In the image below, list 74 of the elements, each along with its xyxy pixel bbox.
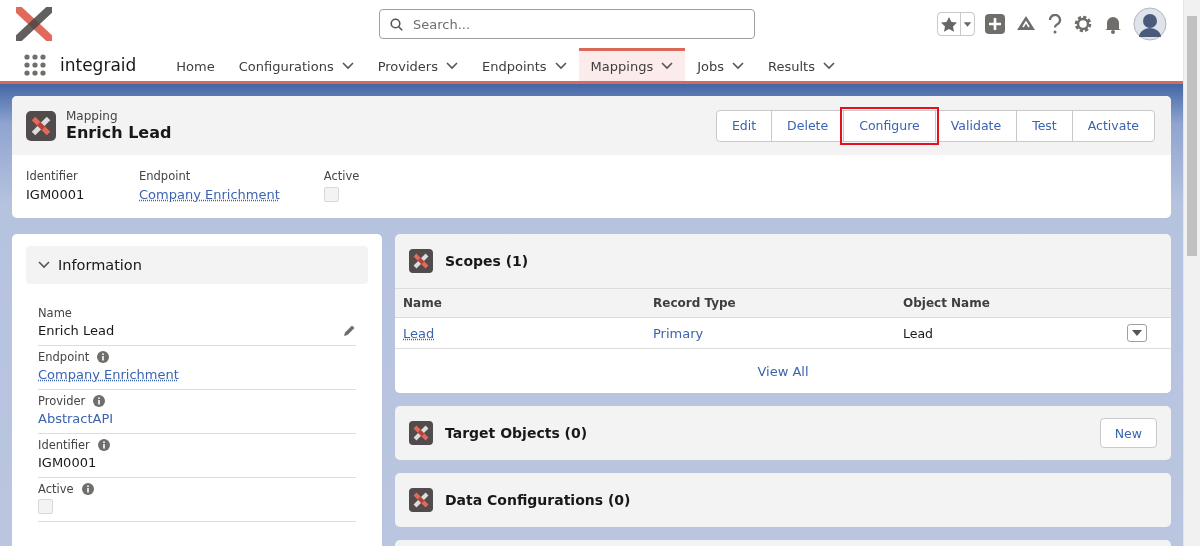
chevron-down-icon bbox=[822, 62, 835, 70]
bell-icon[interactable] bbox=[1103, 14, 1123, 34]
mapping-icon bbox=[409, 421, 433, 445]
column-header: Name bbox=[395, 288, 645, 318]
chevron-down-icon bbox=[341, 62, 354, 70]
chevron-down-icon bbox=[661, 62, 674, 70]
field-label: Active bbox=[38, 482, 74, 496]
nav-tab[interactable]: Endpoints bbox=[469, 48, 579, 81]
endpoint-link[interactable]: Company Enrichment bbox=[139, 187, 280, 202]
field-label: Identifier bbox=[38, 438, 90, 452]
action-button[interactable]: Configure bbox=[843, 109, 936, 142]
info-icon bbox=[93, 395, 106, 407]
app-name: integraid bbox=[60, 53, 137, 77]
chevron-down-icon bbox=[38, 261, 50, 269]
column-header: Object Name bbox=[895, 288, 1171, 318]
card-title: Scopes (1) bbox=[445, 253, 529, 269]
field-label: Identifier bbox=[26, 169, 79, 183]
add-icon[interactable] bbox=[985, 14, 1005, 34]
pencil-icon[interactable] bbox=[343, 324, 356, 337]
app-launcher-icon[interactable] bbox=[24, 53, 46, 76]
search-icon bbox=[390, 17, 403, 31]
card-title: Target Objects (0) bbox=[445, 425, 588, 441]
mapping-icon bbox=[409, 488, 433, 512]
action-button[interactable]: Edit bbox=[715, 109, 773, 142]
table-link[interactable]: Lead bbox=[403, 325, 435, 341]
table-cell: Lead bbox=[903, 325, 934, 341]
section-header[interactable]: Information bbox=[26, 246, 368, 284]
logo-icon bbox=[16, 7, 52, 41]
action-button[interactable]: Validate bbox=[934, 109, 1018, 142]
action-button[interactable]: Activate bbox=[1071, 109, 1155, 142]
table-link[interactable]: Primary bbox=[653, 325, 704, 341]
search-field[interactable]: Search... bbox=[379, 9, 755, 39]
caret-icon bbox=[1132, 330, 1142, 336]
chevron-down-icon bbox=[445, 62, 458, 70]
scrollbar[interactable] bbox=[1183, 0, 1200, 546]
object-type: Mapping bbox=[66, 109, 119, 123]
field-label: Endpoint bbox=[139, 169, 192, 183]
info-icon bbox=[81, 483, 94, 495]
settings-icon[interactable] bbox=[1073, 14, 1093, 34]
nav-tab[interactable]: Providers bbox=[365, 48, 470, 81]
field-label: Active bbox=[323, 169, 360, 183]
mapping-icon bbox=[26, 110, 56, 141]
checkbox[interactable] bbox=[38, 499, 53, 514]
nav-tab[interactable]: Mappings bbox=[578, 48, 686, 81]
new-button[interactable]: New bbox=[1099, 418, 1157, 448]
card-title: Data Configurations (0) bbox=[445, 492, 631, 508]
info-icon bbox=[97, 351, 110, 363]
nav-tab[interactable]: Results bbox=[756, 48, 847, 81]
help-icon[interactable] bbox=[1047, 14, 1063, 34]
nav-tab[interactable]: Configurations bbox=[226, 48, 366, 81]
nav-tab[interactable]: Jobs bbox=[685, 48, 756, 81]
mapping-icon bbox=[409, 249, 433, 273]
column-header: Record Type bbox=[645, 288, 895, 318]
field-label: Provider bbox=[38, 394, 86, 408]
nav-tab[interactable]: Home bbox=[164, 48, 227, 81]
checkbox[interactable] bbox=[323, 187, 339, 202]
avatar-icon[interactable] bbox=[1133, 7, 1167, 41]
field-value: Enrich Lead bbox=[38, 323, 115, 338]
info-icon bbox=[97, 439, 110, 451]
action-button[interactable]: Test bbox=[1016, 109, 1073, 142]
endpoint-link[interactable]: Company Enrichment bbox=[38, 367, 179, 382]
view-all-link[interactable]: View All bbox=[757, 364, 809, 379]
favorites-button[interactable] bbox=[937, 12, 975, 36]
row-menu-button[interactable] bbox=[1127, 324, 1147, 342]
field-label: Name bbox=[38, 306, 72, 320]
field-value: IGM0001 bbox=[38, 455, 97, 470]
field-label: Endpoint bbox=[38, 350, 90, 364]
chevron-down-icon bbox=[732, 62, 744, 70]
action-button[interactable]: Delete bbox=[771, 109, 845, 142]
provider-link[interactable]: AbstractAPI bbox=[38, 411, 114, 426]
record-title: Enrich Lead bbox=[66, 123, 172, 142]
field-value: IGM0001 bbox=[26, 187, 86, 202]
caret-icon bbox=[960, 13, 974, 35]
chevron-down-icon bbox=[554, 62, 567, 70]
